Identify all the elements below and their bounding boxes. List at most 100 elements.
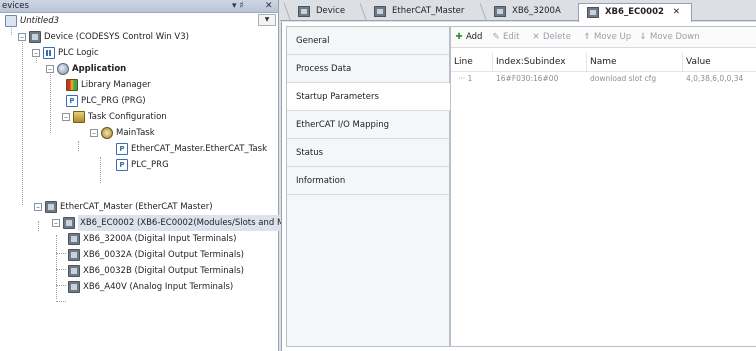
tab-device[interactable]: Device (283, 3, 345, 21)
side-tab-startup-parameters[interactable]: Startup Parameters (287, 83, 451, 111)
library-icon (66, 79, 78, 91)
tree-item-plc-prg-call[interactable]: P PLC_PRG (116, 157, 169, 173)
tree-item-label: PLC_PRG (131, 160, 169, 170)
collapse-icon[interactable]: – (62, 113, 70, 121)
tree-item-xb6-a40v[interactable]: XB6_A40V (Analog Input Terminals) (68, 279, 233, 295)
editor-side-tabs: General Process Data Startup Parameters … (286, 26, 451, 347)
tree-connector (56, 253, 66, 254)
tree-item-label: PLC_PRG (PRG) (81, 96, 146, 106)
devices-pane: evices ▾ ♯ ✕ ▼ Untitled3 – Device (CODES… (0, 0, 298, 351)
devices-pane-header: evices ▾ ♯ ✕ (0, 0, 278, 13)
side-tab-information[interactable]: Information (287, 167, 449, 195)
add-button[interactable]: ✚ Add (454, 27, 482, 48)
cell-line[interactable]: ··· 1 (455, 71, 472, 87)
tree-item-plc-prg[interactable]: P PLC_PRG (PRG) (66, 93, 146, 109)
program-icon: P (66, 95, 78, 107)
move-up-button[interactable]: ⇑ Move Up (582, 27, 631, 48)
column-header-name[interactable]: Name (587, 53, 683, 71)
tree-connector (56, 235, 57, 299)
tree-connector (56, 301, 66, 302)
side-tab-ethercat-io-mapping[interactable]: EtherCAT I/O Mapping (287, 111, 449, 139)
tree-item-label: EtherCAT_Master (EtherCAT Master) (60, 202, 213, 212)
tree-item-xb6-0032b[interactable]: XB6_0032B (Digital Output Terminals) (68, 263, 244, 279)
tab-xb6-3200a[interactable]: XB6_3200A (479, 3, 561, 21)
tree-item-label: EtherCAT_Master.EtherCAT_Task (131, 144, 267, 154)
tree-connector (56, 285, 66, 286)
tab-ethercat-master[interactable]: EtherCAT_Master (359, 3, 464, 21)
tree-item-label: XB6_0032A (Digital Output Terminals) (83, 250, 244, 260)
tree-item-task-configuration[interactable]: – Task Configuration (62, 109, 167, 125)
tree-item-label: Task Configuration (88, 112, 167, 122)
column-header-index[interactable]: Index:Subindex (493, 53, 587, 71)
delete-label: Delete (543, 32, 571, 42)
tree-item-label: Device (CODESYS Control Win V3) (44, 32, 189, 42)
tree-item-library-manager[interactable]: Library Manager (66, 77, 151, 93)
add-icon: ✚ (455, 32, 463, 42)
tree-item-ethercat-master[interactable]: – EtherCAT_Master (EtherCAT Master) (34, 199, 213, 215)
collapse-icon[interactable]: – (18, 33, 26, 41)
collapse-icon[interactable]: – (34, 203, 42, 211)
collapse-icon[interactable]: – (90, 129, 98, 137)
device-icon (374, 6, 386, 17)
tree-connector (56, 269, 66, 270)
arrow-down-icon: ⇓ (639, 32, 647, 42)
tree-item-label: PLC Logic (58, 48, 99, 58)
cell-index[interactable]: 16#F030:16#00 (493, 71, 558, 87)
tree-connector (22, 37, 23, 205)
tree-item-plc-logic[interactable]: – PLC Logic (32, 45, 99, 61)
device-tree: Untitled3 – Device (CODESYS Control Win … (0, 13, 298, 351)
tree-connector (50, 69, 51, 133)
column-header-value[interactable]: Value (683, 53, 756, 71)
tree-item-label: Untitled3 (20, 16, 60, 26)
device-icon (68, 233, 80, 245)
tree-item-project[interactable]: Untitled3 (5, 13, 59, 29)
side-tab-status[interactable]: Status (287, 139, 449, 167)
tree-item-label: XB6_EC0002 (XB6-EC0002(Modules/Slots and… (78, 215, 298, 231)
task-config-icon (73, 111, 85, 123)
device-icon (298, 6, 310, 17)
tree-item-application[interactable]: – Application (46, 61, 126, 77)
application-icon (57, 63, 69, 75)
side-tab-process-data[interactable]: Process Data (287, 55, 449, 83)
edit-button[interactable]: ✎ Edit (491, 27, 519, 48)
close-pane-icon[interactable]: ✕ (265, 0, 273, 13)
tree-item-maintask[interactable]: – MainTask (90, 125, 155, 141)
tab-edge (479, 3, 492, 21)
delete-button[interactable]: ✕ Delete (531, 27, 571, 48)
tab-label: XB6_EC0002 (605, 7, 664, 17)
collapse-icon[interactable]: – (52, 219, 60, 227)
tree-item-device[interactable]: – Device (CODESYS Control Win V3) (18, 29, 189, 45)
program-call-icon: P (116, 159, 128, 171)
project-icon (5, 15, 17, 27)
arrow-up-icon: ⇑ (583, 32, 591, 42)
tree-item-xb6-3200a[interactable]: XB6_3200A (Digital Input Terminals) (68, 231, 236, 247)
devices-pane-title: evices (2, 1, 29, 11)
tree-item-xb6-0032a[interactable]: XB6_0032A (Digital Output Terminals) (68, 247, 244, 263)
cell-value[interactable]: 4,0,38,6,0,0,34 (683, 71, 743, 87)
tree-item-xb6-ec0002[interactable]: – XB6_EC0002 (XB6-EC0002(Modules/Slots a… (52, 215, 298, 231)
pin-icon[interactable]: ▾ ♯ (232, 0, 244, 13)
collapse-icon[interactable]: – (46, 65, 54, 73)
tree-connector (78, 141, 79, 151)
tree-item-ethercat-task-call[interactable]: P EtherCAT_Master.EtherCAT_Task (116, 141, 267, 157)
tab-xb6-ec0002[interactable]: XB6_EC0002 ✕ (578, 3, 692, 22)
tree-item-label: Library Manager (81, 80, 151, 90)
move-down-label: Move Down (650, 32, 700, 42)
collapse-icon[interactable]: – (32, 49, 40, 57)
tree-item-label: XB6_0032B (Digital Output Terminals) (83, 266, 244, 276)
column-header-line[interactable]: Line (451, 53, 493, 71)
document-tabs: Device EtherCAT_Master XB6_3200A XB6_EC0… (280, 0, 756, 22)
move-up-label: Move Up (594, 32, 632, 42)
main-task-icon (101, 127, 113, 139)
device-icon (29, 31, 41, 43)
side-tab-general[interactable]: General (287, 27, 449, 55)
device-icon (494, 6, 506, 17)
edit-label: Edit (503, 32, 520, 42)
tree-item-label: XB6_A40V (Analog Input Terminals) (83, 282, 234, 292)
add-label: Add (466, 32, 483, 42)
device-icon (45, 201, 57, 213)
move-down-button[interactable]: ⇓ Move Down (638, 27, 700, 48)
delete-icon: ✕ (532, 32, 540, 42)
close-tab-icon[interactable]: ✕ (673, 7, 680, 17)
cell-name[interactable]: download slot cfg (587, 71, 656, 87)
